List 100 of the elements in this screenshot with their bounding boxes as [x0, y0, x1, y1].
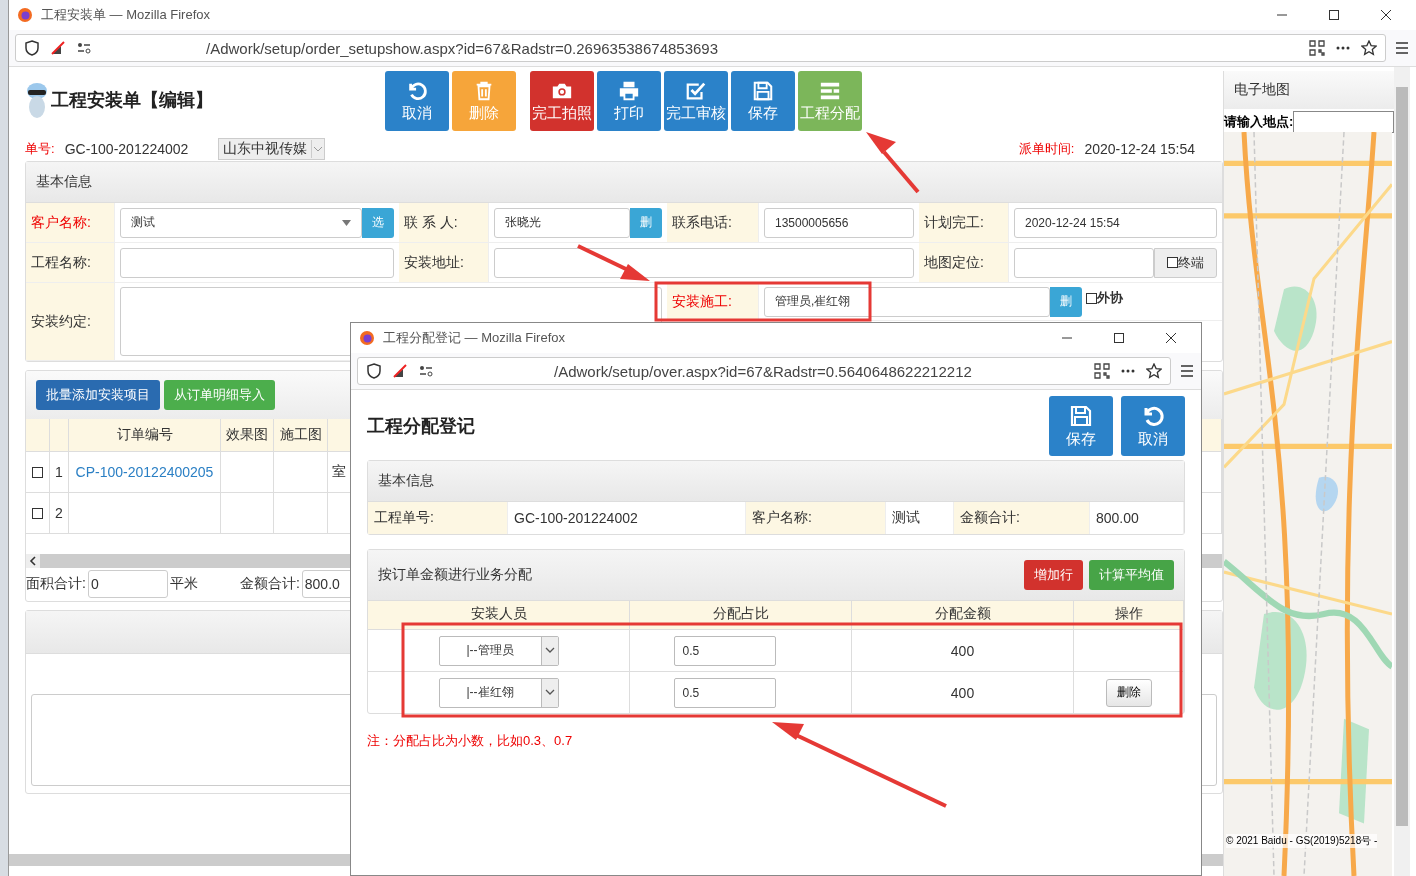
input-field[interactable] [1014, 247, 1154, 278]
field-label: 联系电话: [667, 203, 759, 243]
firefox-icon [359, 330, 375, 346]
dispatch-time-label: 派单时间: [1018, 140, 1075, 158]
company-select[interactable]: 山东中视传媒 [218, 138, 326, 160]
permissions-icon [418, 363, 434, 379]
chevron-down-icon [313, 145, 324, 153]
input-field[interactable] [120, 247, 394, 278]
field-value: 800.00 [1090, 502, 1184, 534]
input-field[interactable]: 0 [87, 570, 168, 598]
dialog-title: 工程分配登记 [367, 415, 475, 438]
field-label: 客户名称: [26, 203, 115, 243]
shield-icon [366, 363, 382, 379]
menu-icon[interactable] [1394, 40, 1410, 56]
address-bar[interactable]: /Adwork/setup/order_setupshow.aspx?id=67&Radstr=0.26963538674853693 [15, 34, 1386, 62]
column-header: 安装人员 [368, 601, 630, 629]
note-text: 注：分配占比为小数，比如0.3、0.7 [367, 732, 574, 750]
order-number-label: 单号: [25, 140, 55, 158]
field-label: 安装约定: [26, 283, 115, 361]
checkbox[interactable] [32, 507, 43, 519]
search-label: 请输入地点: [1224, 112, 1294, 131]
input-field[interactable]: 张晓光 [494, 207, 630, 238]
input-field[interactable]: 2020-12-24 15:54 [1014, 207, 1217, 238]
checkbox-addon[interactable]: 终端 [1154, 247, 1217, 278]
star-icon[interactable] [1361, 40, 1377, 56]
close-icon[interactable] [1165, 332, 1177, 344]
toolbar-button[interactable]: 取消 [385, 71, 449, 131]
shield-icon [24, 40, 40, 56]
field-label: 工程名称: [26, 243, 115, 283]
input-field[interactable]: 0.5 [673, 677, 776, 708]
caret-icon [342, 219, 351, 226]
column-header: 施工图 [274, 419, 328, 451]
column-header: 操作 [1074, 601, 1184, 629]
column-header: 分配金额 [852, 601, 1074, 629]
maximize-icon[interactable] [1113, 332, 1125, 344]
panel-header: 基本信息 [26, 162, 1222, 203]
field-label: 工程单号: [368, 502, 508, 534]
blocked-microphone-icon [50, 40, 66, 56]
area-total-label: 面积合计: [26, 575, 86, 593]
url-text: /Adwork/setup/over.aspx?id=67&Radstr=0.5640648622212212 [554, 362, 972, 380]
table-cell: 400 [950, 684, 975, 701]
column-header: 订单编号 [69, 419, 221, 451]
arrow [866, 132, 920, 194]
blocked-microphone-icon [392, 363, 408, 379]
window-title: 工程分配登记 — Mozilla Firefox [383, 329, 566, 347]
checkbox[interactable] [32, 466, 43, 478]
input-field[interactable]: 管理员,崔红翎 [764, 286, 1050, 317]
panel-header: 基本信息 [368, 461, 1184, 502]
chevron-down-icon [544, 689, 555, 696]
delete-button[interactable]: 删除 [1105, 678, 1152, 707]
field-label: 计划完工: [919, 203, 1009, 243]
amount-total-label: 金额合计: [239, 575, 300, 593]
star-icon[interactable] [1146, 363, 1162, 379]
dispatch-time: 2020-12-24 15:54 [1084, 141, 1195, 157]
select-field[interactable]: |--管理员 [438, 635, 559, 666]
window-title: 工程安装单 — Mozilla Firefox [41, 6, 211, 24]
field-label: 安装地址: [399, 243, 489, 283]
map-copyright: © 2021 Baidu - GS(2019)5218号 - [1226, 834, 1378, 848]
row-number: 2 [55, 505, 63, 521]
input-field[interactable] [494, 247, 914, 278]
order-number: GC-100-201224002 [64, 141, 189, 157]
chevron-down-icon [544, 647, 555, 654]
field-label: 客户名称: [746, 502, 886, 534]
vertical-scrollbar[interactable] [1394, 67, 1410, 876]
order-link[interactable]: CP-100-20122400205 [75, 464, 214, 480]
page-title: 工程安装单【编辑】 [51, 89, 213, 112]
chevron-left-icon[interactable] [26, 554, 40, 568]
toolbar-button[interactable]: 保存 [731, 71, 795, 131]
action-button[interactable]: 增加行 [1024, 560, 1083, 590]
checkbox-label[interactable]: 外协 [1086, 289, 1123, 307]
permissions-icon [76, 40, 92, 56]
maximize-icon[interactable] [1328, 9, 1340, 21]
address-bar[interactable]: /Adwork/setup/over.aspx?id=67&Radstr=0.5640648622212212 [357, 357, 1171, 385]
toolbar-button[interactable]: 完工审核 [664, 71, 728, 131]
input-field[interactable]: 0.5 [673, 635, 776, 666]
column-header: 分配占比 [630, 601, 852, 629]
input-field[interactable]: 13500005656 [764, 207, 914, 238]
menu-icon[interactable] [1179, 363, 1195, 379]
action-button[interactable]: 批量添加安装项目 [36, 380, 160, 410]
select-field[interactable]: 测试 [120, 207, 362, 238]
select-field[interactable]: |--崔红翎 [438, 677, 559, 708]
table-cell: 400 [950, 642, 975, 659]
field-label: 联 系 人: [399, 203, 489, 243]
close-icon[interactable] [1380, 9, 1392, 21]
field-label: 地图定位: [919, 243, 1009, 283]
column-header: 效果图 [221, 419, 274, 451]
row-number: 1 [55, 464, 63, 480]
qr-code-icon[interactable] [1094, 363, 1110, 379]
toolbar-button[interactable]: 完工拍照 [530, 71, 594, 131]
toolbar-button[interactable]: 打印 [597, 71, 661, 131]
url-text: /Adwork/setup/order_setupshow.aspx?id=67&Radstr=0.26963538674853693 [206, 39, 719, 57]
toolbar-button[interactable]: 取消 [1121, 396, 1185, 456]
printer-icon [618, 79, 640, 102]
firefox-icon [17, 7, 33, 23]
panel-header: 电子地图 [1224, 71, 1394, 109]
table-cell: 室 [332, 463, 346, 481]
qr-code-icon[interactable] [1309, 40, 1325, 56]
field-label: 金额合计: [954, 502, 1090, 534]
unit-label: 平米 [169, 575, 198, 593]
toolbar-button[interactable]: 保存 [1049, 396, 1113, 456]
